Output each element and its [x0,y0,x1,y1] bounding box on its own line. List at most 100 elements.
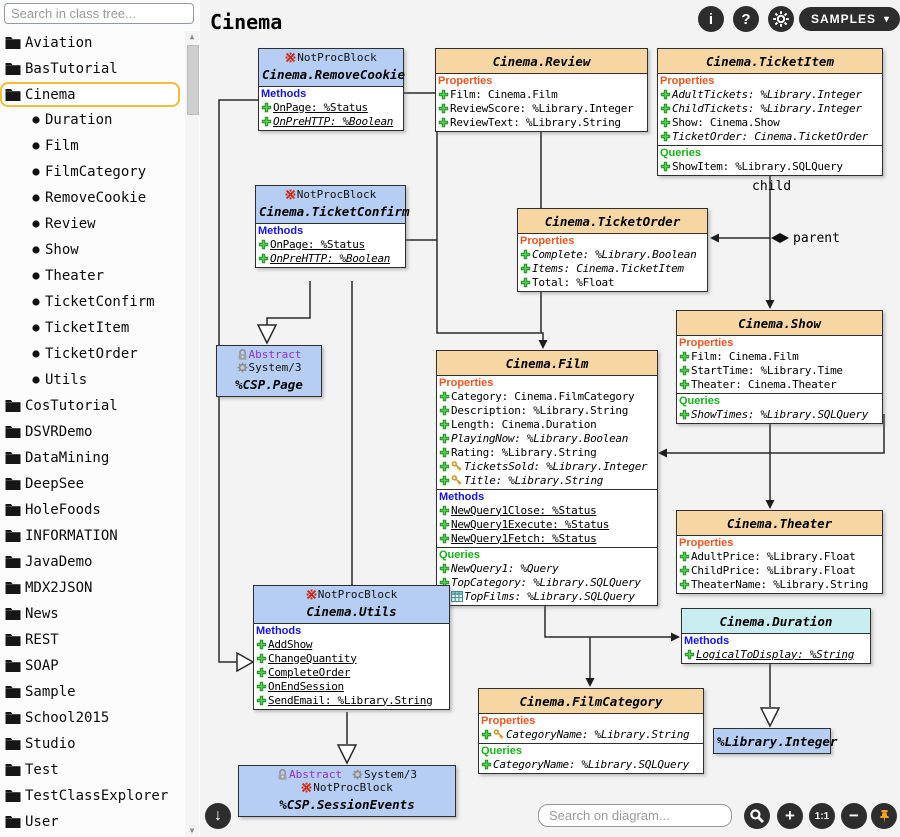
member-playingnow[interactable]: PlayingNow: %Library.Boolean [439,431,655,445]
info-button[interactable]: i [698,6,724,32]
sidebar-item-sample[interactable]: Sample [0,679,184,705]
member-showitem[interactable]: ShowItem: %Library.SQLQuery [660,159,880,173]
class-box-remove-cookie[interactable]: NotProcBlock Cinema.RemoveCookie Methods On… [258,48,405,131]
member-addshow[interactable]: AddShow [256,637,447,651]
sidebar-item-ticketconfirm[interactable]: TicketConfirm [0,289,184,315]
sidebar-item-studio[interactable]: Studio [0,731,184,757]
sidebar-item-news[interactable]: News [0,601,184,627]
scrollbar-down-icon[interactable]: ▼ [185,825,199,837]
member-adultprice[interactable]: AdultPrice: %Library.Float [679,549,880,563]
member-rating[interactable]: Rating: %Library.String [439,445,655,459]
zoom-reset-button[interactable]: 1:1 [809,803,835,829]
class-box-ticket-confirm[interactable]: NotProcBlock Cinema.TicketConfirm Methods O… [255,185,410,268]
member-adulttickets[interactable]: AdultTickets: %Library.Integer [660,87,880,101]
sidebar-item-review[interactable]: Review [0,211,184,237]
member-film[interactable]: Film: Cinema.Film [438,87,645,101]
diagram-find-button[interactable] [744,803,770,829]
member-theatername[interactable]: TheaterName: %Library.String [679,577,880,591]
member-completeorder[interactable]: CompleteOrder [256,665,447,679]
zoom-out-button[interactable]: − [841,803,867,829]
member-showtimes[interactable]: ShowTimes: %Library.SQLQuery [679,407,880,421]
member-categoryname[interactable]: CategoryName: %Library.String [481,727,701,741]
member-childprice[interactable]: ChildPrice: %Library.Float [679,563,880,577]
class-box-ticket-order[interactable]: Cinema.TicketOrder Properties Complete: %L… [517,208,708,292]
member-items[interactable]: Items: Cinema.TicketItem [520,261,705,275]
sidebar-item-cinema[interactable]: Cinema [0,82,180,107]
class-box-utils[interactable]: NotProcBlock Cinema.Utils Methods AddShow Ch… [253,585,450,710]
diagram-search-input[interactable] [538,804,732,827]
sidebar-item-dsvrdemo[interactable]: DSVRDemo [0,419,184,445]
scrollbar-thumb[interactable] [187,45,199,115]
zoom-in-button[interactable]: + [777,803,803,829]
member-reviewtext[interactable]: ReviewText: %Library.String [438,115,645,129]
class-box-review[interactable]: Cinema.Review Properties Film: Cinema.Film… [435,48,648,132]
sidebar-item-duration[interactable]: Duration [0,107,184,133]
member-theater[interactable]: Theater: Cinema.Theater [679,377,880,391]
member-reviewscore[interactable]: ReviewScore: %Library.Integer [438,101,645,115]
sidebar-item-show[interactable]: Show [0,237,184,263]
member-onpage[interactable]: OnPage: %Status [258,237,403,251]
member-topfilms[interactable]: TopFilms: %Library.SQLQuery [439,589,655,603]
member-sendemail[interactable]: SendEmail: %Library.String [256,693,447,707]
member-onprehttp[interactable]: OnPreHTTP: %Boolean [258,251,403,265]
member-total[interactable]: Total: %Float [520,275,705,289]
scroll-down-button[interactable]: ↓ [205,803,231,829]
help-button[interactable]: ? [733,6,759,32]
sidebar-item-holefoods[interactable]: HoleFoods [0,497,184,523]
sidebar-item-utils[interactable]: Utils [0,367,184,393]
class-box-ticket-item[interactable]: Cinema.TicketItem Properties AdultTickets:… [657,48,883,176]
member-onpage[interactable]: OnPage: %Status [261,100,401,114]
class-box-film-category[interactable]: Cinema.FilmCategory Properties CategoryNam… [478,688,704,774]
class-tree-scrollbar[interactable]: ▲ ▼ [185,31,199,837]
sidebar-item-ticketitem[interactable]: TicketItem [0,315,184,341]
member-changequantity[interactable]: ChangeQuantity [256,651,447,665]
class-box-theater[interactable]: Cinema.Theater Properties AdultPrice: %Lib… [676,510,883,594]
sidebar-item-theater[interactable]: Theater [0,263,184,289]
member-ticketssold[interactable]: TicketsSold: %Library.Integer [439,459,655,473]
class-box-csp-page[interactable]: Abstract System/3 %CSP.Page [216,345,322,397]
sidebar-item-costutorial[interactable]: CosTutorial [0,393,184,419]
member-onprehttp[interactable]: OnPreHTTP: %Boolean [261,114,401,128]
class-box-duration[interactable]: Cinema.Duration Methods LogicalToDisplay: … [681,608,871,664]
member-logicaltodisplay[interactable]: LogicalToDisplay: %String [684,647,868,661]
pin-button[interactable] [871,803,897,829]
sidebar-item-testclassexplorer[interactable]: TestClassExplorer [0,783,184,809]
sidebar-item-filmcategory[interactable]: FilmCategory [0,159,184,185]
member-starttime[interactable]: StartTime: %Library.Time [679,363,880,377]
sidebar-item-datamining[interactable]: DataMining [0,445,184,471]
sidebar-item-soap[interactable]: SOAP [0,653,184,679]
member-childtickets[interactable]: ChildTickets: %Library.Integer [660,101,880,115]
member-newquery1[interactable]: NewQuery1: %Query [439,561,655,575]
member-film[interactable]: Film: Cinema.Film [679,349,880,363]
sidebar-item-film[interactable]: Film [0,133,184,159]
sidebar-item-deepsee[interactable]: DeepSee [0,471,184,497]
member-title[interactable]: Title: %Library.String [439,473,655,487]
class-box-show[interactable]: Cinema.Show Properties Film: Cinema.Film St… [676,310,883,424]
member-description[interactable]: Description: %Library.String [439,403,655,417]
sidebar-item-removecookie[interactable]: RemoveCookie [0,185,184,211]
sidebar-item-information[interactable]: INFORMATION [0,523,184,549]
member-categoryname[interactable]: CategoryName: %Library.SQLQuery [481,757,701,771]
sidebar-item-javademo[interactable]: JavaDemo [0,549,184,575]
member-newquery1close[interactable]: NewQuery1Close: %Status [439,503,655,517]
member-newquery1fetch[interactable]: NewQuery1Fetch: %Status [439,531,655,545]
scrollbar-up-icon[interactable]: ▲ [185,31,199,43]
sidebar-item-aviation[interactable]: Aviation [0,30,184,56]
sidebar-item-user[interactable]: User [0,809,184,835]
sidebar-item-mdx2json[interactable]: MDX2JSON [0,575,184,601]
class-box-film[interactable]: Cinema.Film Properties Category: Cinema.Fi… [436,350,658,606]
member-ticketorder[interactable]: TicketOrder: Cinema.TicketOrder [660,129,880,143]
sidebar-item-bastutorial[interactable]: BasTutorial [0,56,184,82]
settings-button[interactable] [768,6,794,32]
sidebar-item-ticketorder[interactable]: TicketOrder [0,341,184,367]
member-onendsession[interactable]: OnEndSession [256,679,447,693]
sidebar-item-test[interactable]: Test [0,757,184,783]
member-length[interactable]: Length: Cinema.Duration [439,417,655,431]
class-box-session-events[interactable]: Abstract System/3 NotProcBlock %CSP.Session… [238,765,456,817]
member-category[interactable]: Category: Cinema.FilmCategory [439,389,655,403]
member-complete[interactable]: Complete: %Library.Boolean [520,247,705,261]
class-tree-search-input[interactable] [4,3,194,24]
member-topcategory[interactable]: TopCategory: %Library.SQLQuery [439,575,655,589]
sidebar-item-rest[interactable]: REST [0,627,184,653]
member-show[interactable]: Show: Cinema.Show [660,115,880,129]
